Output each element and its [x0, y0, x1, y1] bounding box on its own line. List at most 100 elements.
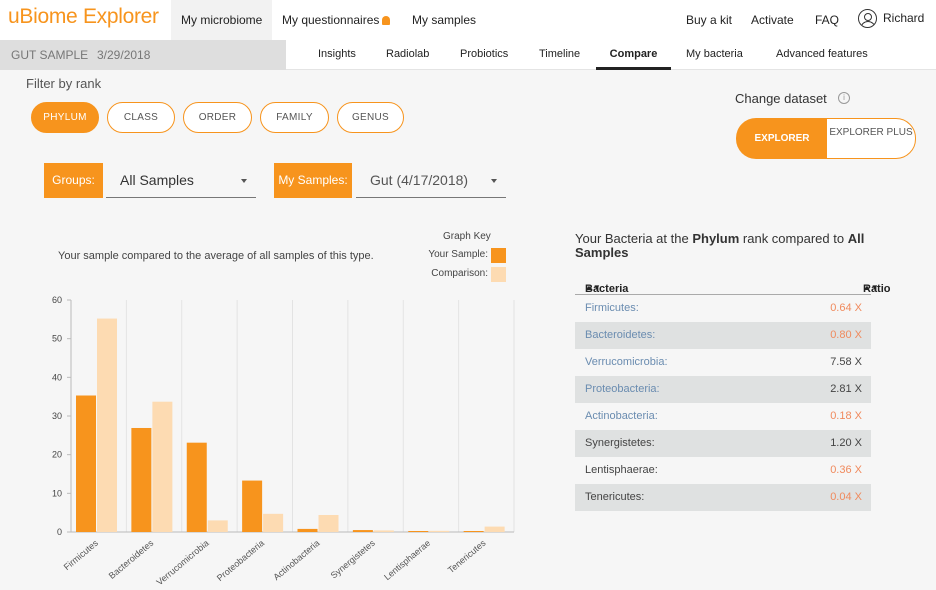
- top-navbar: uBiome Explorer My microbiome My questio…: [0, 0, 936, 40]
- bar: [352, 530, 373, 532]
- table-row[interactable]: Proteobacteria: 2.81 X: [575, 376, 871, 403]
- ratio-value: 0.18 X: [830, 410, 862, 422]
- tab-compare[interactable]: Compare: [596, 40, 671, 70]
- x-tick-label: Verrucomicrobia: [154, 538, 210, 587]
- table-row[interactable]: Firmicutes: 0.64 X: [575, 295, 871, 322]
- ratio-value: 2.81 X: [830, 383, 862, 395]
- bacteria-name[interactable]: Tenericutes:: [585, 491, 644, 503]
- tab-my-bacteria[interactable]: My bacteria: [686, 40, 743, 70]
- ratio-value: 0.80 X: [830, 329, 862, 341]
- y-tick-label: 20: [52, 450, 62, 460]
- bacteria-name[interactable]: Actinobacteria:: [585, 410, 658, 422]
- y-tick-label: 40: [52, 372, 62, 382]
- bar: [297, 528, 318, 532]
- table-header: Bacteria ▲▼ Ratio ▲▼: [575, 275, 891, 295]
- x-tick-label: Proteobacteria: [215, 538, 266, 583]
- dataset-explorer-plus-button[interactable]: EXPLORER PLUS: [826, 118, 916, 159]
- table-row[interactable]: Actinobacteria: 0.18 X: [575, 403, 871, 430]
- table-row[interactable]: Synergistetes: 1.20 X: [575, 430, 871, 457]
- ratio-value: 0.64 X: [830, 302, 862, 314]
- nav-label: My questionnaires: [282, 13, 380, 27]
- bar: [242, 480, 263, 532]
- rank-class-button[interactable]: CLASS: [107, 102, 175, 133]
- nav-my-questionnaires[interactable]: My questionnaires: [272, 0, 400, 40]
- nav-label: My microbiome: [181, 13, 263, 27]
- table-row[interactable]: Bacteroidetes: 0.80 X: [575, 322, 871, 349]
- x-tick-label: Actinobacteria: [271, 538, 321, 582]
- groups-select[interactable]: All Samples: [106, 163, 256, 198]
- bar: [463, 531, 484, 532]
- bell-icon: [382, 16, 391, 25]
- nav-activate[interactable]: Activate: [741, 0, 804, 40]
- info-icon[interactable]: i: [838, 92, 850, 104]
- tab-probiotics[interactable]: Probiotics: [460, 40, 508, 70]
- nav-my-samples[interactable]: My samples: [402, 0, 486, 40]
- sample-name: GUT SAMPLE: [11, 48, 89, 62]
- key-your-sample-label: Your Sample:: [428, 249, 488, 260]
- nav-label: Activate: [751, 13, 794, 27]
- bar: [186, 442, 207, 532]
- groups-select-value: All Samples: [120, 172, 194, 188]
- my-samples-select[interactable]: Gut (4/17/2018): [356, 163, 506, 198]
- tab-insights[interactable]: Insights: [318, 40, 356, 70]
- chevron-down-icon: [491, 179, 497, 183]
- y-tick-label: 10: [52, 488, 62, 498]
- table-row[interactable]: Tenericutes: 0.04 X: [575, 484, 871, 511]
- bar: [263, 513, 284, 532]
- bar: [373, 530, 394, 532]
- app-logo[interactable]: uBiome Explorer: [8, 5, 159, 29]
- graph-key-title: Graph Key: [443, 231, 491, 242]
- x-tick-label: Tenericutes: [446, 538, 488, 576]
- rank-family-button[interactable]: FAMILY: [260, 102, 329, 133]
- chevron-down-icon: [241, 179, 247, 183]
- rank-phylum-button[interactable]: PHYLUM: [31, 102, 99, 133]
- bar-chart: 0 10 20 30 40 50 60 Firmicutes Bacteroidetes Verr…: [52, 295, 515, 587]
- change-dataset-label: Change dataset: [735, 91, 827, 106]
- nav-label: FAQ: [815, 13, 840, 27]
- my-samples-label: My Samples:: [274, 163, 352, 198]
- dataset-explorer-button[interactable]: EXPLORER: [736, 118, 828, 159]
- bacteria-name[interactable]: Proteobacteria:: [585, 383, 660, 395]
- bacteria-name[interactable]: Firmicutes:: [585, 302, 639, 314]
- nav-my-microbiome[interactable]: My microbiome: [171, 0, 273, 40]
- my-samples-select-value: Gut (4/17/2018): [370, 172, 469, 188]
- user-name[interactable]: Richard: [873, 0, 934, 40]
- tab-timeline[interactable]: Timeline: [539, 40, 580, 70]
- sample-selector[interactable]: GUT SAMPLE 3/29/2018: [0, 40, 286, 70]
- sort-icon: ▲▼: [863, 283, 879, 292]
- x-tick-label: Synergistetes: [329, 538, 378, 581]
- bar: [484, 526, 505, 532]
- ratio-value: 0.04 X: [830, 491, 862, 503]
- table-title-pre: Your Bacteria at the: [575, 231, 693, 246]
- table-row[interactable]: Verrucomicrobia: 7.58 X: [575, 349, 871, 376]
- x-tick-label: Bacteroidetes: [107, 538, 156, 581]
- bacteria-name[interactable]: Bacteroidetes:: [585, 329, 655, 341]
- y-tick-label: 0: [57, 527, 62, 537]
- nav-buy-kit[interactable]: Buy a kit: [676, 0, 742, 40]
- x-tick-label: Firmicutes: [62, 538, 101, 573]
- ratio-value: 7.58 X: [830, 356, 862, 368]
- y-tick-label: 60: [52, 295, 62, 305]
- nav-faq[interactable]: FAQ: [805, 0, 849, 40]
- sort-icon: ▲▼: [585, 283, 601, 292]
- bar: [429, 530, 450, 532]
- ratio-value: 0.36 X: [830, 464, 862, 476]
- rank-genus-button[interactable]: GENUS: [337, 102, 404, 133]
- sample-date: 3/29/2018: [97, 48, 151, 62]
- groups-label: Groups:: [44, 163, 103, 198]
- bar: [97, 318, 117, 532]
- bacteria-name[interactable]: Verrucomicrobia:: [585, 356, 668, 368]
- bacteria-name[interactable]: Synergistetes:: [585, 437, 655, 449]
- tab-advanced-features[interactable]: Advanced features: [776, 40, 868, 70]
- y-tick-label: 50: [52, 334, 62, 344]
- rank-order-button[interactable]: ORDER: [183, 102, 252, 133]
- key-comparison-label: Comparison:: [431, 268, 488, 279]
- tab-radiolab[interactable]: Radiolab: [386, 40, 429, 70]
- table-row[interactable]: Lentisphaerae: 0.36 X: [575, 457, 871, 484]
- bar: [207, 520, 228, 532]
- bar: [408, 531, 429, 532]
- table-title-mid: rank compared to: [739, 231, 848, 246]
- bar: [131, 427, 152, 532]
- bacteria-name[interactable]: Lentisphaerae:: [585, 464, 658, 476]
- y-tick-label: 30: [52, 411, 62, 421]
